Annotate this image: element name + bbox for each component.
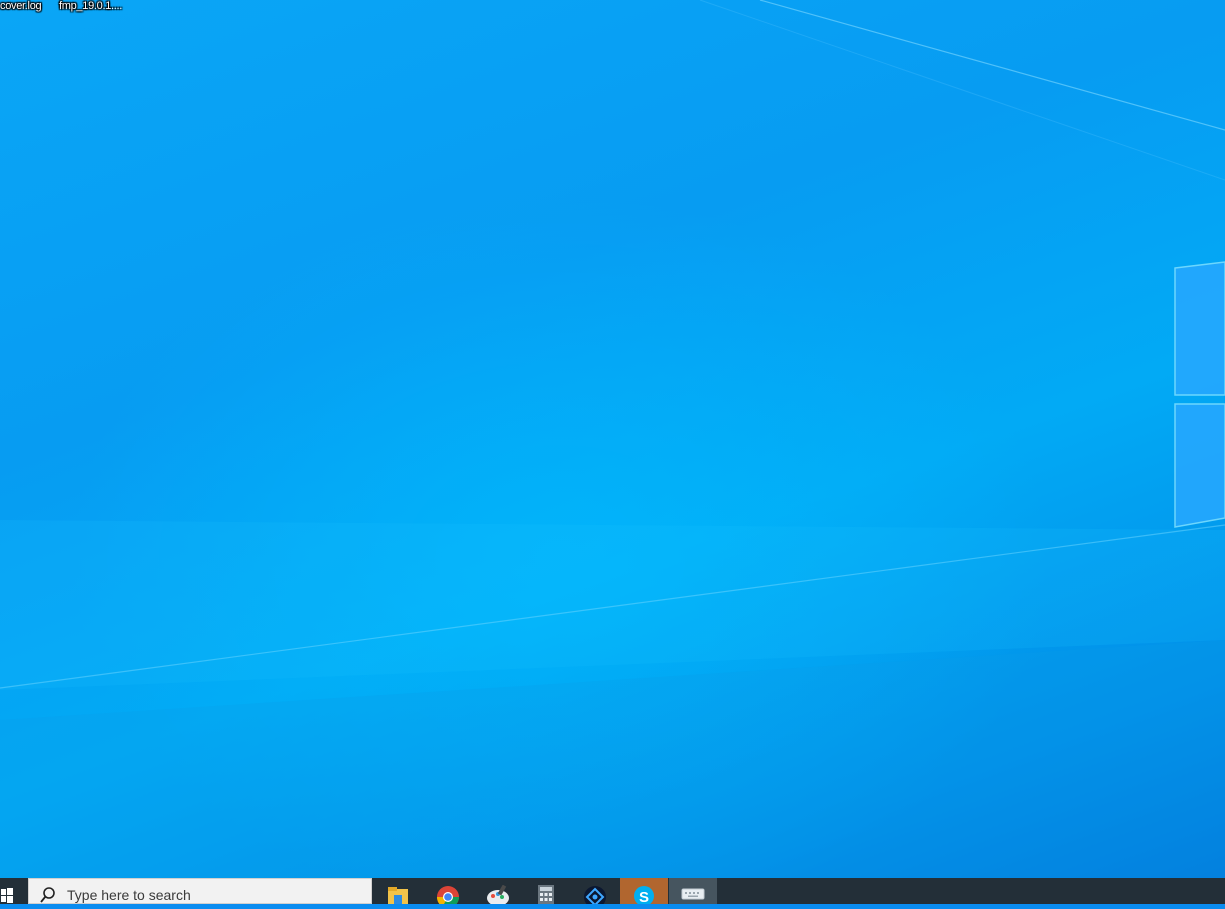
skype-icon: S [634,886,654,904]
paint-icon [487,885,509,904]
desktop-file-cover-log[interactable]: cover.log [0,0,42,12]
taskbar-search-box[interactable] [28,878,372,905]
desktop-file-fmp[interactable]: fmp_19.0.1.... [59,0,122,12]
taskbar-app-calculator[interactable] [522,878,570,904]
start-button[interactable] [0,878,28,904]
wallpaper [0,0,1225,878]
file-explorer-icon [388,887,408,904]
search-input[interactable] [67,885,357,905]
taskbar: S [0,878,1225,905]
app-icon [584,886,606,904]
windows-logo-icon [1,888,13,903]
svg-text:S: S [639,889,649,904]
calculator-icon [538,885,554,904]
desktop: cover.log fmp_19.0.1.... [0,0,1225,878]
taskbar-app-chrome[interactable] [424,878,472,904]
keyboard-icon [681,888,705,900]
desktop-file-label: cover.log [0,0,42,12]
desktop-file-label: fmp_19.0.1.... [59,0,123,12]
search-icon [40,887,55,903]
taskbar-app-paint[interactable] [474,878,522,904]
taskbar-app-keyboard[interactable] [669,878,717,904]
taskbar-app-skype[interactable]: S [620,878,668,904]
chrome-icon [437,886,459,904]
taskbar-app-unknown[interactable] [571,878,619,904]
taskbar-app-file-explorer[interactable] [374,878,422,904]
